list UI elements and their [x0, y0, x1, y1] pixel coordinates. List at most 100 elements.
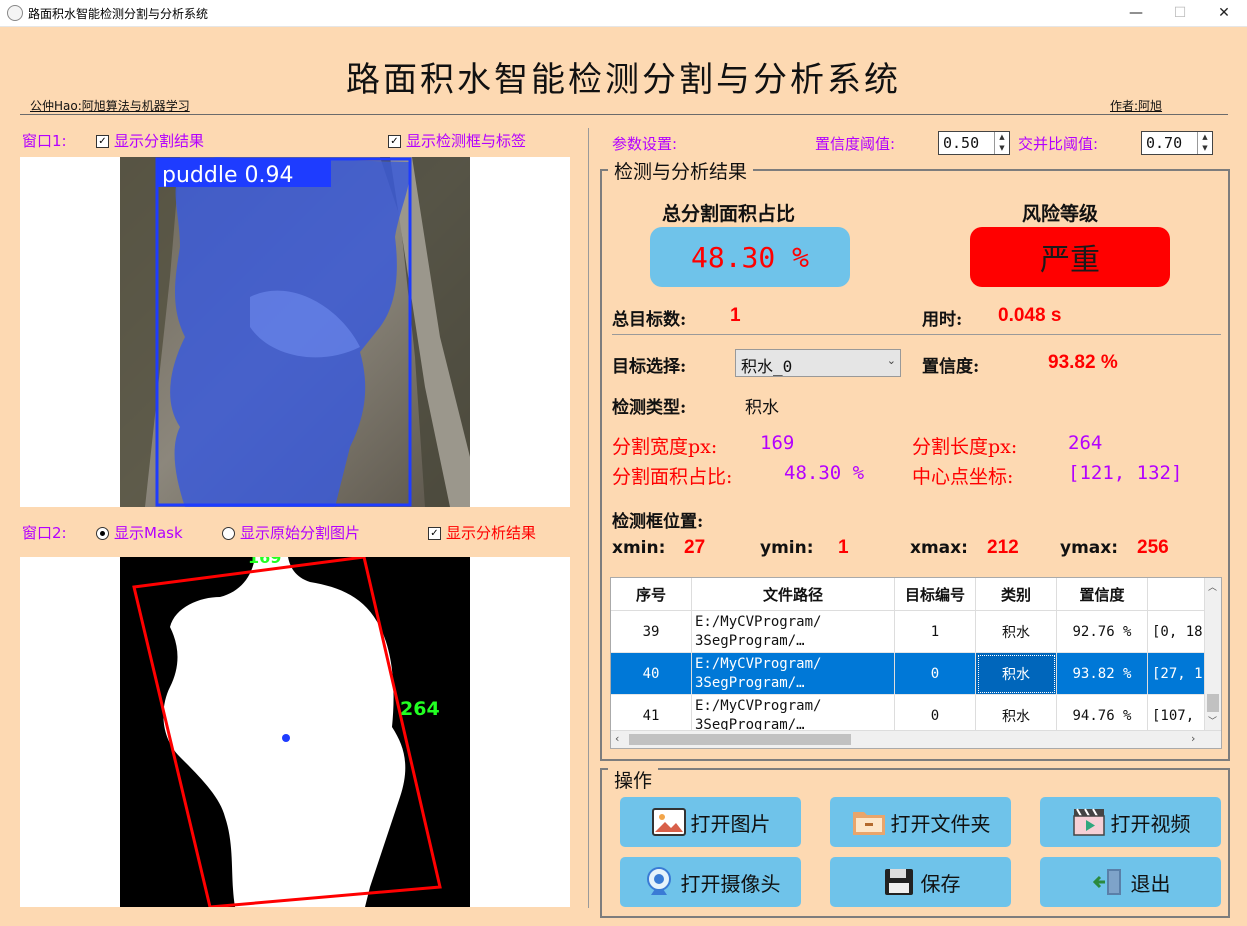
iou-threshold-label: 交并比阈值:: [1018, 135, 1099, 153]
seg-area-value: 48.30 %: [784, 462, 865, 484]
author-note: 作者:阿旭: [1110, 99, 1163, 113]
xmax-value: 212: [987, 537, 1019, 558]
public-account-note: 公仲Hao:阿旭算法与机器学习: [30, 99, 190, 113]
webcam-icon: [646, 867, 671, 895]
spin-arrows-icon[interactable]: ▲ ▼: [1197, 132, 1212, 154]
show-seg-checkbox[interactable]: ✓ 显示分割结果: [96, 130, 204, 151]
cell-class: 积水: [975, 610, 1057, 653]
area-title: 总分割面积占比: [662, 203, 796, 225]
operations-legend: 操作: [608, 766, 659, 793]
open-video-label: 打开视频: [1110, 811, 1191, 836]
window2-image-panel: 264 169: [20, 557, 570, 907]
confidence-value: 93.82 %: [1048, 352, 1118, 373]
target-select-value: 积水_0: [741, 357, 793, 376]
detect-type-label: 检测类型:: [612, 398, 687, 418]
ymax-value: 256: [1137, 537, 1169, 558]
risk-title: 风险等级: [1022, 203, 1099, 225]
results-divider: [612, 334, 1221, 335]
xmin-value: 27: [684, 537, 706, 558]
ymax-label: ymax:: [1060, 538, 1119, 558]
vertical-scrollbar[interactable]: ︿ ﹀: [1204, 578, 1221, 730]
conf-threshold-label: 置信度阈值:: [815, 135, 896, 153]
cell-conf: 93.82 %: [1056, 652, 1148, 695]
total-targets-label: 总目标数:: [612, 310, 687, 330]
window-title: 路面积水智能检测分割与分析系统: [28, 7, 209, 21]
center-point-label: 中心点坐标:: [912, 466, 1014, 488]
risk-level-value: 严重: [1040, 243, 1100, 278]
col-index-header[interactable]: 序号: [611, 578, 692, 611]
detect-type-value: 积水: [745, 398, 779, 418]
radio-unselected-icon: [222, 527, 235, 540]
open-camera-button[interactable]: 打开摄像头: [620, 857, 801, 907]
open-folder-button[interactable]: 打开文件夹: [830, 797, 1011, 847]
area-ratio-value: 48.30 %: [690, 240, 809, 274]
conf-threshold-spinbox[interactable]: 0.50 ▲ ▼: [938, 131, 1010, 155]
detection-label: puddle 0.94: [162, 163, 293, 188]
exit-label: 退出: [1130, 871, 1171, 896]
open-image-label: 打开图片: [690, 811, 771, 836]
close-button[interactable]: ✕: [1201, 0, 1247, 26]
show-mask-radio[interactable]: 显示Mask: [96, 522, 183, 543]
cell-index: 40: [611, 652, 692, 695]
ymin-value: 1: [838, 537, 849, 558]
cell-path: E:/MyCVProgram/3SegProgram/…: [691, 652, 895, 695]
cell-path: E:/MyCVProgram/3SegProgram/…: [691, 610, 895, 653]
xmax-label: xmax:: [910, 538, 968, 558]
length-annotation: 264: [400, 698, 440, 720]
spin-arrows-icon[interactable]: ▲ ▼: [994, 132, 1009, 154]
show-analysis-label: 显示分析结果: [446, 524, 537, 542]
app-icon: [7, 5, 23, 21]
table-row-selected[interactable]: 40 E:/MyCVProgram/3SegProgram/… 0 积水 93.…: [611, 652, 1221, 695]
conf-threshold-value: 0.50: [943, 134, 980, 152]
show-analysis-checkbox[interactable]: ✓ 显示分析结果: [428, 522, 536, 543]
page-title: 路面积水智能检测分割与分析系统: [346, 60, 901, 100]
header-divider: [20, 114, 1228, 115]
window1-image-panel: puddle 0.94: [20, 157, 570, 507]
show-original-label: 显示原始分割图片: [240, 524, 361, 542]
col-conf-header[interactable]: 置信度: [1056, 578, 1148, 611]
col-path-header[interactable]: 文件路径: [691, 578, 895, 611]
col-objid-header[interactable]: 目标编号: [894, 578, 976, 611]
iou-threshold-spinbox[interactable]: 0.70 ▲ ▼: [1141, 131, 1213, 155]
chevron-down-icon: ⌄: [886, 354, 896, 367]
horizontal-scrollbar[interactable]: ‹ ›: [611, 730, 1221, 748]
bbox-label: 检测框位置:: [612, 512, 704, 532]
open-image-button[interactable]: 打开图片: [620, 797, 801, 847]
scroll-left-icon[interactable]: ‹: [615, 732, 619, 745]
horizontal-scroll-thumb[interactable]: [629, 734, 851, 745]
results-legend: 检测与分析结果: [608, 157, 754, 184]
show-box-checkbox[interactable]: ✓ 显示检测框与标签: [388, 130, 526, 151]
open-folder-label: 打开文件夹: [890, 811, 991, 836]
save-floppy-icon: [884, 869, 913, 895]
vertical-scroll-thumb[interactable]: [1207, 694, 1219, 712]
seg-width-label: 分割宽度px:: [612, 436, 718, 458]
radio-selected-icon: [96, 527, 109, 540]
elapsed-time-label: 用时:: [922, 310, 963, 330]
show-original-radio[interactable]: 显示原始分割图片: [222, 522, 360, 543]
col-class-header[interactable]: 类别: [975, 578, 1057, 611]
area-ratio-display: 48.30 %: [650, 227, 850, 287]
minimize-button[interactable]: —: [1113, 0, 1159, 26]
cell-conf: 92.76 %: [1056, 610, 1148, 653]
seg-width-value: 169: [760, 432, 795, 454]
maximize-button[interactable]: ☐: [1157, 0, 1203, 26]
open-video-button[interactable]: 打开视频: [1040, 797, 1221, 847]
scroll-right-icon[interactable]: ›: [1191, 732, 1195, 745]
cell-class: 积水: [975, 652, 1057, 695]
params-label: 参数设置:: [612, 135, 678, 153]
results-table-container[interactable]: 序号 文件路径 目标编号 类别 置信度 39 E:/MyCVProgram/3S…: [610, 577, 1222, 749]
folder-icon: [852, 812, 885, 835]
seg-area-label: 分割面积占比:: [612, 466, 733, 488]
save-button[interactable]: 保存: [830, 857, 1011, 907]
scroll-up-icon[interactable]: ︿: [1208, 580, 1217, 593]
target-select-dropdown[interactable]: 积水_0 ⌄: [735, 349, 901, 377]
window-titlebar: 路面积水智能检测分割与分析系统 — ☐ ✕: [0, 0, 1247, 27]
exit-button[interactable]: 退出: [1040, 857, 1221, 907]
table-row[interactable]: 39 E:/MyCVProgram/3SegProgram/… 1 积水 92.…: [611, 610, 1221, 653]
results-table: 序号 文件路径 目标编号 类别 置信度 39 E:/MyCVProgram/3S…: [611, 578, 1221, 737]
scroll-down-icon[interactable]: ﹀: [1208, 714, 1217, 727]
xmin-label: xmin:: [612, 538, 666, 558]
seg-length-value: 264: [1068, 432, 1103, 454]
width-annotation: 169: [248, 557, 281, 567]
show-mask-label: 显示Mask: [114, 524, 183, 542]
